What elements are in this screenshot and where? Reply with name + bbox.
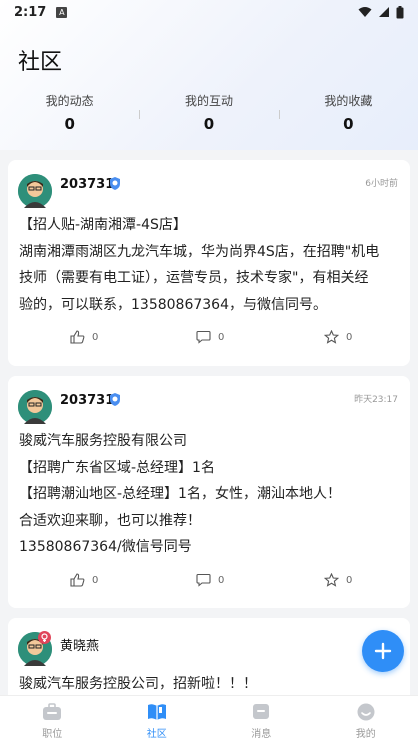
like-button[interactable]: 0 (70, 330, 98, 344)
like-button[interactable]: 0 (70, 573, 98, 587)
comment-count: 0 (218, 574, 225, 586)
stat-my-posts[interactable]: 我的动态 0 (0, 92, 139, 138)
verified-badge-icon (110, 393, 120, 406)
comment-button[interactable]: 0 (196, 330, 224, 344)
post-line: 验的，可以联系，13580867364，与微信同号。 (19, 296, 327, 313)
post-line: 【招聘广东省区域-总经理】1名 (19, 459, 215, 476)
stat-label: 我的动态 (45, 94, 94, 108)
nav-label: 社区 (146, 729, 167, 740)
status-bar: 2:17 A (0, 0, 418, 24)
stats-row: 我的动态 0 我的互动 0 我的收藏 0 (0, 92, 418, 138)
post-username[interactable]: 203731 (60, 177, 114, 192)
avatar[interactable] (18, 390, 52, 424)
stat-divider (278, 110, 280, 119)
avatar-icon (18, 390, 52, 424)
post-line: 合适欢迎来聊，也可以推荐！ (19, 512, 201, 529)
nav-item-jobs[interactable]: 职位 (0, 696, 105, 743)
status-time: 2:17 (14, 4, 47, 20)
favorite-button[interactable]: 0 (324, 573, 352, 587)
post-content[interactable]: 骏威汽车服务控股有限公司 【招聘广东省区域-总经理】1名 【招聘潮汕地区-总经理… (19, 428, 398, 561)
stat-label: 我的互动 (184, 94, 233, 108)
post-line: 【招聘潮汕地区-总经理】1名，女性，潮汕本地人！ (19, 486, 341, 502)
post-content[interactable]: 骏威汽车服务控股公司，招新啦！！！ (19, 671, 398, 698)
bottom-nav: 职位 社区 消息 我的 (0, 695, 418, 743)
nav-label: 消息 (251, 729, 272, 740)
post-line: 【招人贴-湖南湘潭-4S店】 (19, 217, 187, 233)
like-count: 0 (92, 331, 99, 343)
book-icon (147, 704, 166, 720)
post-line: 技师（需要有电工证），运营专员，技术专家"，有相关经 (19, 270, 369, 286)
avatar[interactable] (18, 174, 52, 208)
profile-icon (357, 703, 375, 721)
female-badge-icon (38, 631, 51, 644)
favorite-count: 0 (346, 331, 353, 343)
comment-button[interactable]: 0 (196, 573, 224, 587)
status-icons (358, 5, 404, 19)
nav-label: 我的 (355, 729, 376, 740)
briefcase-icon (43, 703, 62, 720)
post-line: 骏威汽车服务控股公司，招新啦！！！ (19, 676, 257, 692)
wifi-icon (358, 7, 372, 17)
comment-icon (196, 573, 211, 587)
comment-icon (196, 330, 211, 344)
comment-count: 0 (218, 331, 225, 343)
plus-icon (374, 642, 392, 660)
stat-value: 0 (343, 115, 354, 133)
stat-my-favorites[interactable]: 我的收藏 0 (278, 92, 418, 138)
stat-divider (139, 110, 141, 119)
post-line: 13580867364/微信号同号 (19, 539, 192, 555)
star-icon (324, 330, 339, 344)
nav-item-community[interactable]: 社区 (105, 696, 210, 743)
post-line: 湖南湘潭雨湖区九龙汽车城，华为尚界4S店，在招聘"机电 (19, 243, 380, 260)
post-username[interactable]: 黄晓燕 (60, 635, 99, 654)
like-count: 0 (92, 574, 99, 586)
post-content[interactable]: 【招人贴-湖南湘潭-4S店】 湖南湘潭雨湖区九龙汽车城，华为尚界4S店，在招聘"… (19, 212, 398, 318)
post-time: 昨天23:17 (354, 395, 398, 405)
stat-value: 0 (203, 115, 215, 133)
post-username[interactable]: 203731 (60, 393, 114, 408)
post-actions: 0 0 0 (8, 330, 410, 350)
add-post-button[interactable] (362, 630, 404, 672)
message-icon (253, 704, 270, 719)
avatar-icon (18, 174, 52, 208)
page-title: 社区 (18, 50, 63, 75)
post-actions: 0 0 0 (8, 573, 410, 593)
nav-item-messages[interactable]: 消息 (209, 696, 314, 743)
thumbs-up-icon (70, 573, 85, 587)
post-card[interactable]: 203731 6小时前 【招人贴-湖南湘潭-4S店】 湖南湘潭雨湖区九龙汽车城，… (8, 160, 410, 366)
post-time: 6小时前 (365, 179, 398, 189)
favorite-count: 0 (346, 574, 353, 586)
stat-my-interactions[interactable]: 我的互动 0 (139, 92, 278, 138)
nav-label: 职位 (42, 729, 63, 740)
signal-icon (379, 7, 389, 17)
verified-badge-icon (110, 177, 120, 190)
stat-value: 0 (64, 115, 75, 133)
thumbs-up-icon (70, 330, 85, 344)
favorite-button[interactable]: 0 (324, 330, 352, 344)
nav-item-profile[interactable]: 我的 (314, 696, 418, 743)
battery-icon (396, 5, 404, 18)
stat-label: 我的收藏 (324, 94, 373, 108)
post-card[interactable]: 203731 昨天23:17 骏威汽车服务控股有限公司 【招聘广东省区域-总经理… (8, 376, 410, 608)
post-line: 骏威汽车服务控股有限公司 (19, 433, 187, 449)
star-icon (324, 573, 339, 587)
notification-icon: A (56, 6, 68, 18)
